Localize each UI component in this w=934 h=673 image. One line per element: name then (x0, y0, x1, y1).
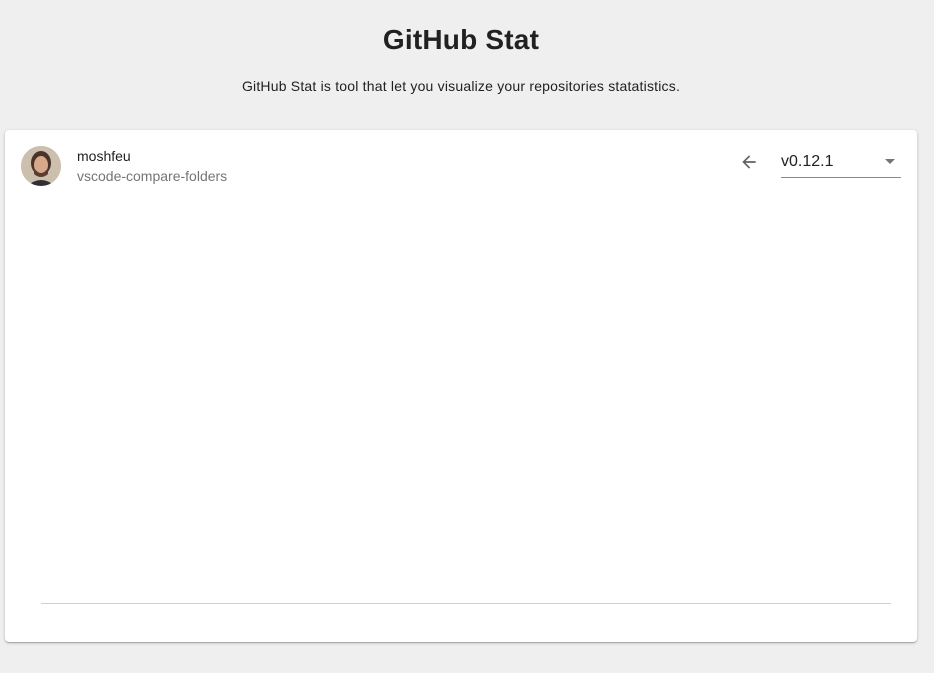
version-select[interactable]: v0.12.1 (781, 150, 901, 178)
repo-owner[interactable]: moshfeu (77, 148, 131, 164)
repo-name[interactable]: vscode-compare-folders (77, 168, 227, 184)
chevron-down-icon[interactable] (885, 159, 895, 164)
page-title: GitHub Stat (382, 24, 540, 55)
avatar-image (21, 146, 61, 186)
back-button[interactable] (733, 148, 765, 176)
version-selected-value: v0.12.1 (781, 153, 834, 170)
chart-area (41, 202, 891, 604)
user-avatar (21, 146, 61, 186)
arrow-left-icon (742, 155, 756, 169)
page-subtitle: GitHub Stat is tool that let you visuali… (241, 78, 681, 94)
repo-stats-card: moshfeu vscode-compare-folders v0.12.1 (5, 130, 917, 642)
chart-baseline (41, 603, 891, 604)
